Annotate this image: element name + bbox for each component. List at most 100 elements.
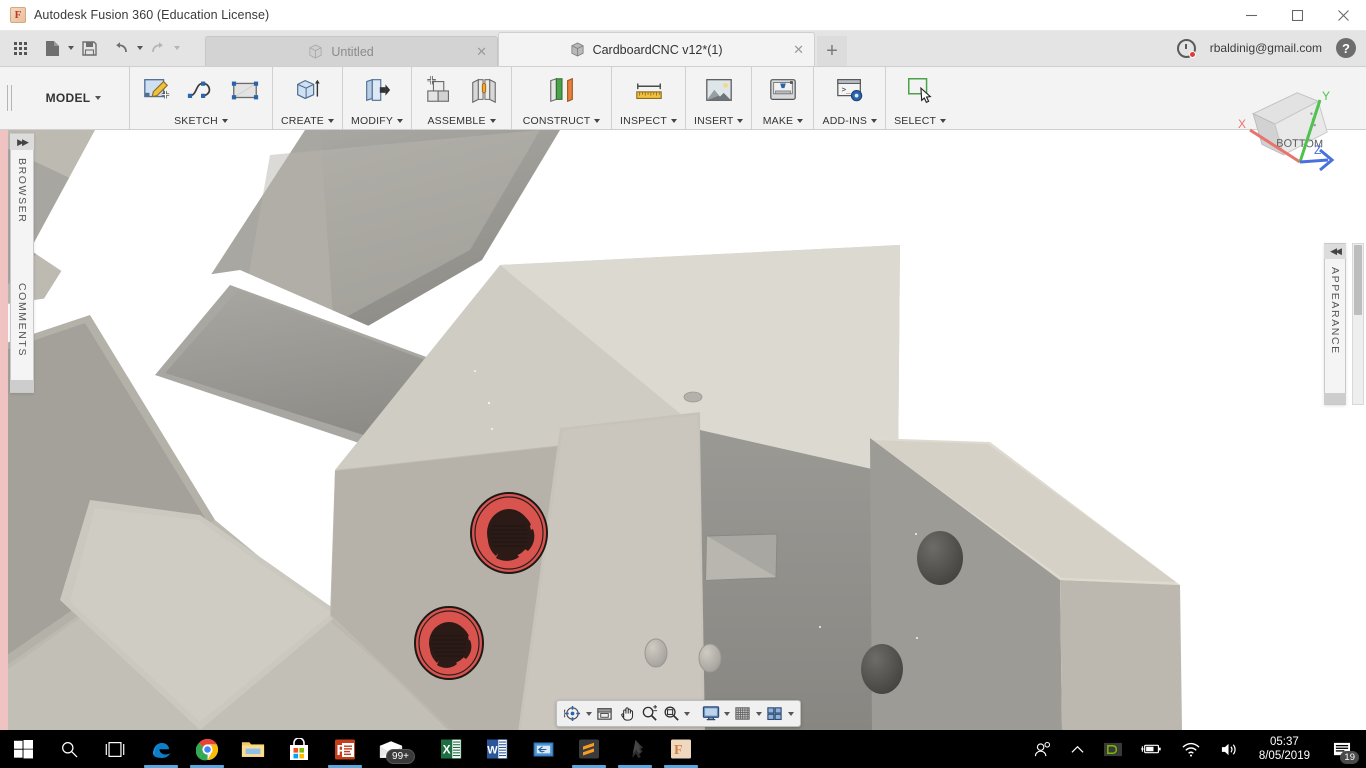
notification-center-icon[interactable]: 19	[1322, 730, 1362, 768]
save-icon[interactable]	[77, 35, 101, 61]
new-tab-button[interactable]: +	[817, 36, 847, 66]
workspace-selector[interactable]: MODEL	[18, 67, 130, 129]
search-icon[interactable]	[46, 730, 92, 768]
extrude-icon[interactable]	[289, 72, 327, 108]
ribbon-group-label[interactable]: SELECT	[894, 115, 947, 127]
undo-chevron-down-icon[interactable]	[133, 35, 146, 61]
people-icon[interactable]	[1026, 730, 1060, 768]
select-window-icon[interactable]	[901, 72, 939, 108]
new-file-chevron-down-icon[interactable]	[64, 35, 77, 61]
word-icon[interactable]: W	[474, 730, 520, 768]
clock[interactable]: 05:37 8/05/2019	[1249, 730, 1320, 768]
pan-icon[interactable]	[616, 703, 637, 725]
task-view-icon[interactable]	[92, 730, 138, 768]
nvidia-icon[interactable]	[1095, 730, 1131, 768]
ribbon-group-label[interactable]: INSPECT	[620, 115, 677, 127]
ribbon-grip[interactable]	[0, 67, 18, 129]
new-component-icon[interactable]	[421, 72, 459, 108]
fusion360-icon[interactable]: F	[658, 730, 704, 768]
fit-chevron-down-icon[interactable]	[683, 703, 692, 725]
close-button[interactable]	[1320, 0, 1366, 31]
inkscape-icon[interactable]	[612, 730, 658, 768]
joint-icon[interactable]	[465, 72, 503, 108]
scrollbar-thumb[interactable]	[1354, 245, 1362, 315]
chrome-icon[interactable]	[184, 730, 230, 768]
tab-close-icon[interactable]: ✕	[779, 42, 804, 58]
collapse-left-panel-icon[interactable]: ▶▶	[10, 134, 34, 150]
redo-icon[interactable]	[146, 35, 170, 61]
show-hidden-icons-chevron-up-icon[interactable]	[1062, 730, 1093, 768]
chevron-down-icon	[670, 119, 677, 123]
chevron-down-icon	[871, 119, 878, 123]
volume-icon[interactable]	[1211, 730, 1247, 768]
minimize-button[interactable]	[1228, 0, 1274, 31]
orbit-chevron-down-icon[interactable]	[584, 703, 593, 725]
svg-text:W: W	[487, 745, 498, 757]
press-pull-icon[interactable]	[358, 72, 396, 108]
ribbon-toolbar: MODEL SKETCH CREATE MODIFY ASSEMBLE CONS…	[0, 67, 1366, 130]
viewports-icon[interactable]	[764, 703, 785, 725]
rectangle-icon[interactable]	[226, 72, 264, 108]
ribbon-group-label[interactable]: MODIFY	[351, 115, 404, 127]
sidebar-item-appearance[interactable]: APPEARANCE	[1329, 259, 1341, 363]
create-sketch-icon[interactable]	[138, 72, 176, 108]
job-status-icon[interactable]	[1176, 38, 1196, 58]
grid-snaps-icon[interactable]	[732, 703, 753, 725]
file-explorer-icon[interactable]	[230, 730, 276, 768]
left-panel-tabs: ▶▶ BROWSER COMMENTS	[10, 133, 34, 393]
start-button[interactable]	[0, 730, 46, 768]
ribbon-group-label[interactable]: CONSTRUCT	[523, 115, 601, 127]
3d-print-icon[interactable]	[764, 72, 802, 108]
display-chevron-down-icon[interactable]	[723, 703, 732, 725]
window-title: Autodesk Fusion 360 (Education License)	[34, 8, 270, 22]
ribbon-group-label[interactable]: SKETCH	[174, 115, 228, 127]
tab-untitled[interactable]: Untitled ✕	[205, 36, 498, 66]
wifi-icon[interactable]	[1173, 730, 1209, 768]
display-settings-icon[interactable]	[700, 703, 721, 725]
redo-chevron-down-icon[interactable]	[170, 35, 183, 61]
app-grid-icon[interactable]	[8, 35, 32, 61]
offset-plane-icon[interactable]	[543, 72, 581, 108]
excel-icon[interactable]: X	[428, 730, 474, 768]
ribbon-group-label[interactable]: MAKE	[763, 115, 804, 127]
maximize-button[interactable]	[1274, 0, 1320, 31]
tab-cardboardcnc[interactable]: CardboardCNC v12*(1) ✕	[498, 32, 815, 66]
sidebar-item-browser[interactable]: BROWSER	[16, 150, 28, 231]
viewport-scrollbar[interactable]	[1352, 243, 1364, 405]
powerpoint-icon[interactable]: P	[322, 730, 368, 768]
measure-icon[interactable]	[630, 72, 668, 108]
fit-icon[interactable]	[661, 703, 682, 725]
ribbon-group-label[interactable]: CREATE	[281, 115, 335, 127]
look-at-icon[interactable]	[594, 703, 615, 725]
model-dimple	[698, 643, 722, 673]
sidebar-item-comments[interactable]: COMMENTS	[16, 275, 28, 365]
3d-viewport[interactable]	[0, 130, 1366, 730]
view-cube[interactable]: BOTTOM X Y Z	[1228, 82, 1348, 174]
help-icon[interactable]: ?	[1336, 38, 1356, 58]
tab-close-icon[interactable]: ✕	[462, 44, 487, 60]
insert-image-icon[interactable]	[700, 72, 738, 108]
sublime-text-icon[interactable]	[566, 730, 612, 768]
axis-label-z: Z	[1314, 143, 1321, 157]
mail-icon[interactable]: 99+	[368, 730, 415, 768]
orbit-icon[interactable]	[562, 703, 583, 725]
account-email[interactable]: rbaldinig@gmail.com	[1210, 41, 1322, 55]
grid-chevron-down-icon[interactable]	[754, 703, 763, 725]
ribbon-group-label[interactable]: INSERT	[694, 115, 744, 127]
right-panel-grip[interactable]	[1324, 393, 1346, 404]
new-file-icon[interactable]	[40, 35, 64, 61]
ribbon-group-label[interactable]: ADD-INS	[822, 115, 878, 127]
ribbon-group-construct: CONSTRUCT	[512, 67, 613, 129]
ribbon-group-label[interactable]: ASSEMBLE	[427, 115, 496, 127]
viewports-chevron-down-icon[interactable]	[786, 703, 795, 725]
battery-icon[interactable]	[1133, 730, 1171, 768]
left-panel-grip[interactable]	[10, 380, 34, 392]
zoom-icon[interactable]	[638, 703, 659, 725]
microsoft-store-icon[interactable]	[276, 730, 322, 768]
undo-icon[interactable]	[109, 35, 133, 61]
spline-icon[interactable]	[182, 72, 220, 108]
edge-icon[interactable]	[138, 730, 184, 768]
scripts-addins-icon[interactable]: >_	[831, 72, 869, 108]
notepad-icon[interactable]	[520, 730, 566, 768]
collapse-right-panel-icon[interactable]: ◀◀	[1324, 244, 1346, 259]
